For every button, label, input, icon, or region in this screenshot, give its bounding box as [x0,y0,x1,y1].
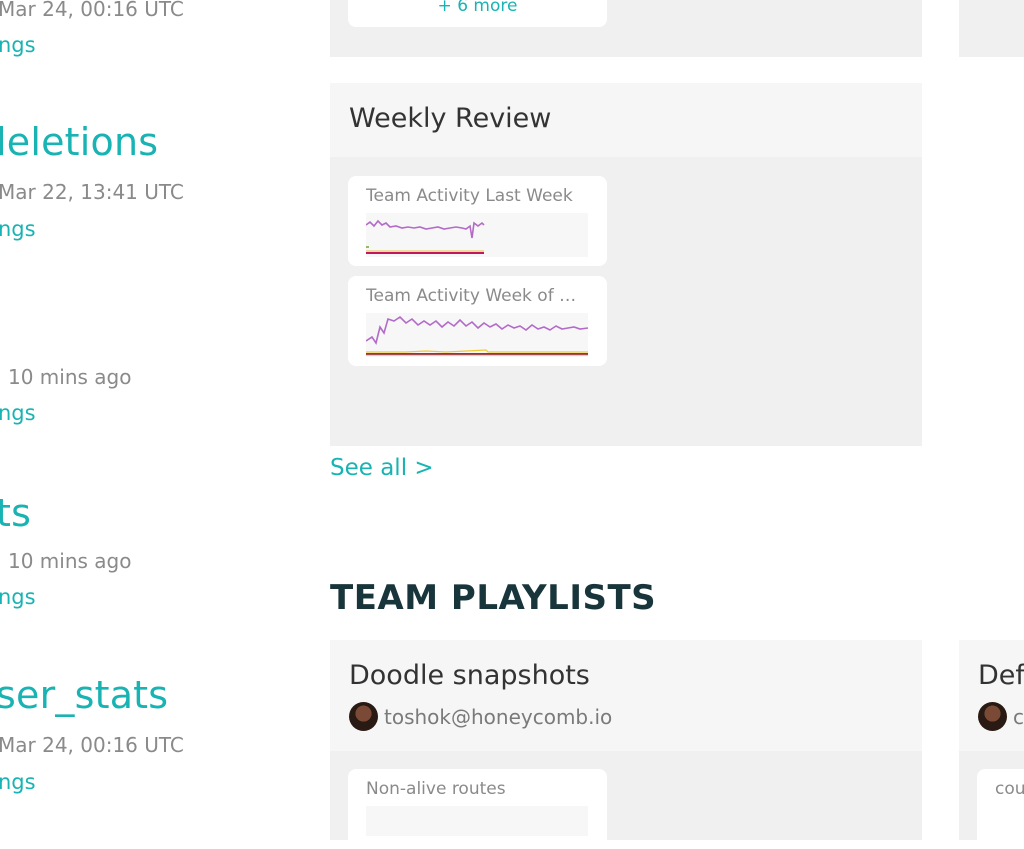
more-queries-link[interactable]: + 6 more [348,0,607,16]
playlist-title[interactable]: Doodle snapshots [349,660,590,691]
dataset-settings-link[interactable]: ngs [0,585,36,609]
playlist-owner: c [978,702,1024,731]
playlist-panel: Def c cou [959,640,1024,840]
query-card-title: Team Activity Last Week [366,186,573,206]
dataset-settings-link[interactable]: ngs [0,770,36,794]
dataset-updated-time: 10 mins ago [8,549,132,573]
owner-email: toshok@honeycomb.io [384,704,613,729]
dataset-updated-time: Mar 24, 00:16 UTC [0,0,184,21]
dataset-settings-link[interactable]: ngs [0,33,36,57]
owner-email: c [1013,704,1024,729]
sparkline-chart [366,806,588,836]
query-card[interactable]: cou [977,769,1024,840]
dataset-name-link[interactable]: ts [0,491,31,535]
dataset-settings-link[interactable]: ngs [0,217,36,241]
query-card-title: Team Activity Week of 20... [366,286,586,306]
panel-header: Def c [959,640,1024,751]
playlist-panel: Doodle snapshots toshok@honeycomb.io Non… [330,640,922,849]
query-card-title: cou [995,779,1024,799]
panel-title[interactable]: Weekly Review [349,103,551,134]
dataset-list: Mar 24, 00:16 UTC ngs leletions Mar 22, … [0,0,300,824]
panel-header: Weekly Review [330,83,922,157]
playlist-title[interactable]: Def [978,660,1024,691]
board-panel-top: + 6 more [330,0,922,57]
dataset-name-link[interactable]: ser_stats [0,673,168,717]
panel-header: Doodle snapshots toshok@honeycomb.io [330,640,922,751]
query-card[interactable]: Non-alive routes [348,769,607,849]
sparkline-series [366,219,485,239]
query-card[interactable]: Team Activity Last Week [348,176,607,266]
query-card[interactable]: Team Activity Week of 20... [348,276,607,366]
sparkline-chart [366,213,588,257]
playlist-owner: toshok@honeycomb.io [349,702,612,731]
query-card-title: Non-alive routes [366,779,506,799]
see-all-link[interactable]: See all > [330,455,434,481]
sparkline-chart [366,313,588,357]
team-playlists-heading: TEAM PLAYLISTS [330,578,657,618]
avatar [978,702,1007,731]
sparkline-series [366,315,588,345]
board-card[interactable]: + 6 more [348,0,607,27]
board-panel-top-right [959,0,1024,57]
dataset-updated-time: Mar 24, 00:16 UTC [0,733,184,757]
dataset-settings-link[interactable]: ngs [0,401,36,425]
sparkline-series [366,349,588,353]
dataset-updated-time: Mar 22, 13:41 UTC [0,180,184,204]
dataset-name-link[interactable]: leletions [0,120,158,164]
avatar [349,702,378,731]
weekly-review-panel: Weekly Review Team Activity Last Week Te… [330,83,922,446]
dataset-updated-time: 10 mins ago [8,365,132,389]
